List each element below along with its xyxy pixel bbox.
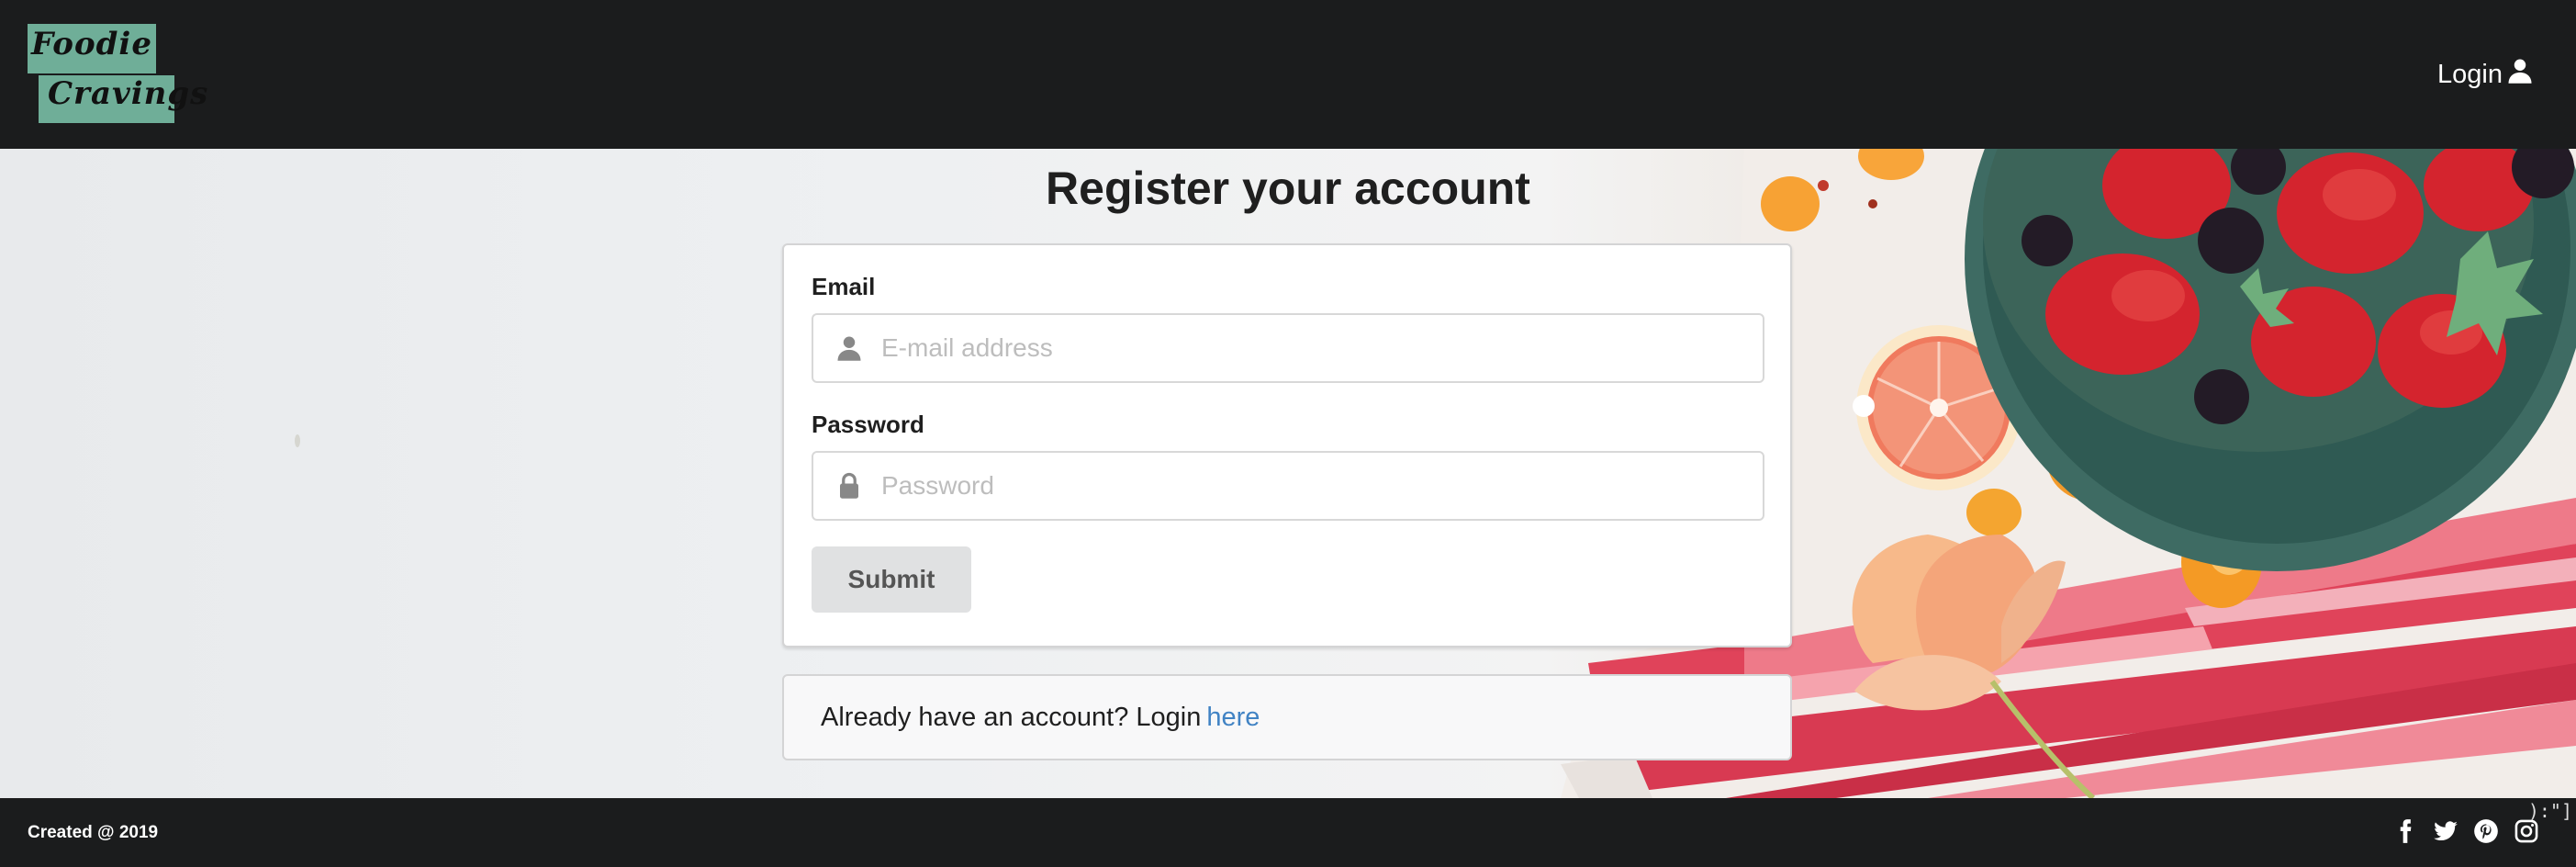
lock-icon: [835, 472, 863, 500]
email-label: Email: [812, 273, 876, 300]
social-links: [2392, 818, 2539, 844]
email-field[interactable]: [812, 313, 1764, 383]
copyright-text: Created @ 2019: [28, 823, 159, 842]
login-prompt-text: Already have an account? Login: [821, 702, 1202, 732]
logo-word-foodie: Foodie: [31, 26, 152, 62]
password-label: Password: [812, 411, 924, 438]
submit-button[interactable]: Submit: [812, 546, 971, 613]
top-navbar: Foodie Cravings Login: [0, 0, 2576, 149]
site-logo[interactable]: Foodie Cravings: [28, 24, 207, 125]
pinterest-icon[interactable]: [2473, 818, 2499, 844]
twitter-icon[interactable]: [2433, 818, 2458, 844]
user-icon: [2506, 57, 2534, 92]
login-nav-label: Login: [2437, 59, 2503, 89]
user-icon: [835, 334, 863, 362]
footer: Created @ 2019 ):"]: [0, 798, 2576, 867]
facebook-icon[interactable]: [2392, 818, 2418, 844]
login-message: Already have an account? Login here: [782, 674, 1792, 760]
instagram-icon[interactable]: [2514, 818, 2539, 844]
password-field[interactable]: [812, 451, 1764, 521]
logo-word-cravings: Cravings: [48, 75, 209, 112]
corner-stray-text: ):"]: [2527, 800, 2572, 822]
email-input[interactable]: [881, 333, 1708, 363]
login-here-link[interactable]: here: [1206, 703, 1260, 733]
password-input[interactable]: [881, 471, 1708, 501]
register-form: Email Password Submit: [782, 243, 1792, 647]
page-title: Register your account: [1046, 163, 1530, 214]
login-nav-link[interactable]: Login: [2437, 57, 2534, 92]
